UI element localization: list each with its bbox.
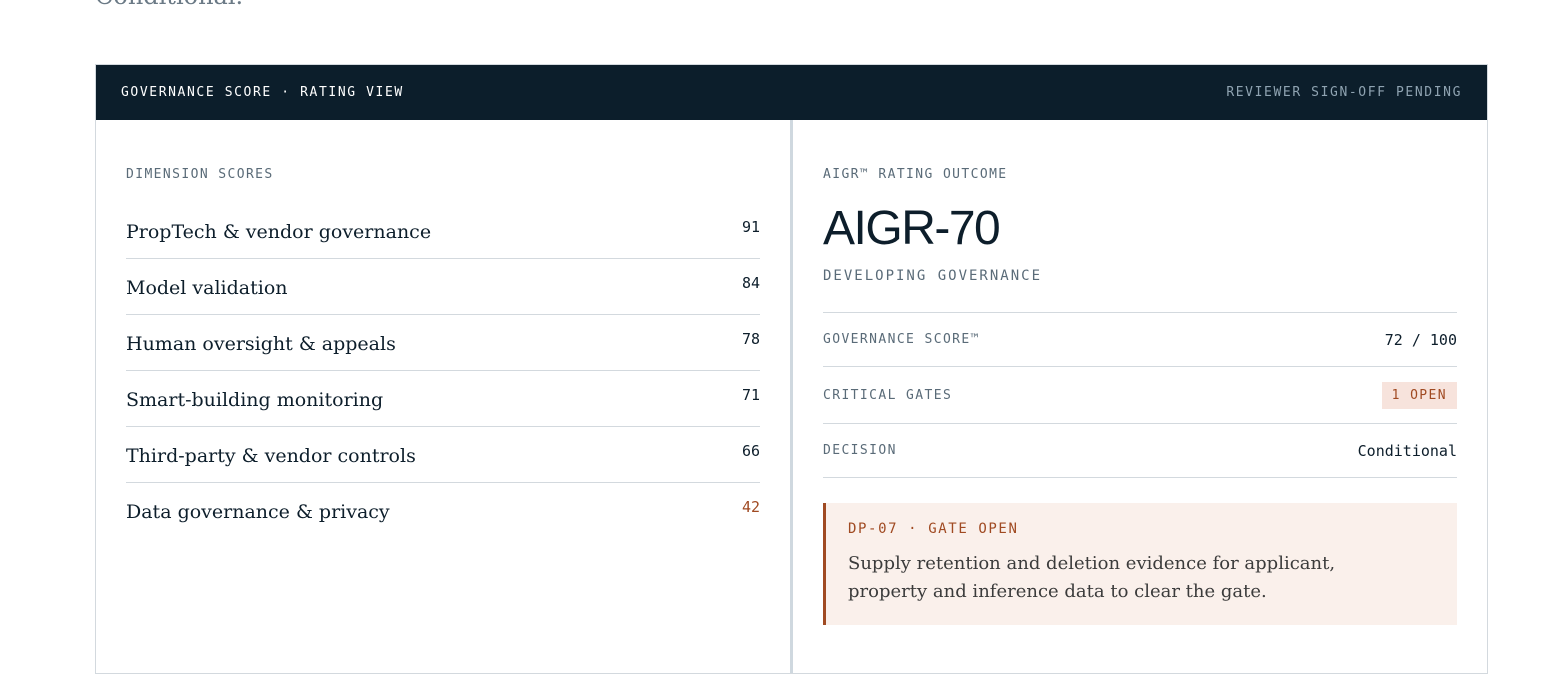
dimension-scores-heading: DIMENSION SCORES (126, 167, 274, 182)
governance-score-card: GOVERNANCE SCORE · RATING VIEW REVIEWER … (95, 64, 1488, 674)
critical-gates-label: CRITICAL GATES (823, 387, 953, 403)
dimension-label: Smart-building monitoring (126, 388, 384, 411)
dimension-score: 78 (741, 329, 760, 348)
open-gates-badge: 1 OPEN (1381, 381, 1457, 409)
governance-score-label: GOVERNANCE SCORE™ (823, 332, 980, 347)
card-title: GOVERNANCE SCORE · RATING VIEW (121, 85, 404, 100)
critical-gates-row: CRITICAL GATES 1 OPEN (823, 367, 1457, 424)
decision-row: DECISION Conditional (823, 424, 1457, 478)
dimension-row: Model validation 84 (126, 259, 760, 315)
dimension-score-low: 42 (741, 498, 760, 516)
previous-section-text: Conditional. (95, 0, 243, 10)
rating-value: AIGR-70 (823, 202, 1001, 255)
dimension-list: PropTech & vendor governance 91 Model va… (126, 203, 760, 539)
dimension-scores-panel: DIMENSION SCORES PropTech & vendor gover… (96, 120, 793, 673)
decision-value: Conditional (1357, 441, 1457, 460)
dimension-row: Data governance & privacy 42 (126, 483, 760, 539)
gate-open-alert: DP-07 · GATE OPEN Supply retention and d… (823, 503, 1457, 625)
alert-title: DP-07 · GATE OPEN (848, 521, 1019, 537)
dimension-score: 91 (741, 217, 760, 236)
rating-outcome-heading: AIGR™ RATING OUTCOME (823, 167, 1008, 182)
review-status: REVIEWER SIGN-OFF PENDING (1226, 85, 1462, 100)
dimension-label: PropTech & vendor governance (126, 220, 432, 243)
governance-score-value: 72 / 100 (1384, 330, 1457, 349)
dimension-row: PropTech & vendor governance 91 (126, 203, 760, 259)
dimension-score: 71 (741, 385, 760, 404)
governance-score-row: GOVERNANCE SCORE™ 72 / 100 (823, 313, 1457, 367)
dimension-label: Human oversight & appeals (126, 332, 396, 355)
dimension-row: Smart-building monitoring 71 (126, 371, 760, 427)
dimension-label: Model validation (126, 276, 288, 299)
card-header: GOVERNANCE SCORE · RATING VIEW REVIEWER … (96, 65, 1487, 120)
alert-body: Supply retention and deletion evidence f… (848, 553, 1336, 602)
governance-level: DEVELOPING GOVERNANCE (823, 268, 1043, 284)
dimension-score: 84 (741, 273, 760, 292)
dimension-row: Human oversight & appeals 78 (126, 315, 760, 371)
dimension-score: 66 (741, 441, 760, 460)
outcome-details: GOVERNANCE SCORE™ 72 / 100 CRITICAL GATE… (823, 312, 1457, 478)
dimension-row: Third-party & vendor controls 66 (126, 427, 760, 483)
dimension-label: Data governance & privacy (126, 501, 390, 523)
decision-label: DECISION (823, 443, 897, 458)
rating-outcome-panel: AIGR™ RATING OUTCOME AIGR-70 DEVELOPING … (793, 120, 1487, 673)
dimension-label: Third-party & vendor controls (126, 444, 416, 467)
